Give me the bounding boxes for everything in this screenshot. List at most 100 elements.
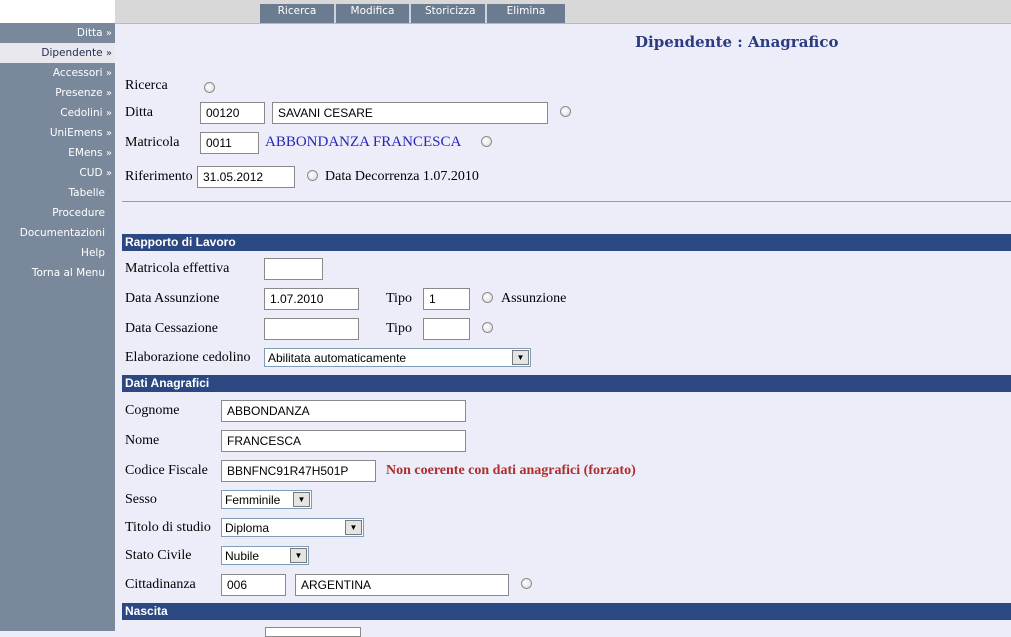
chevron-right-icon: »	[105, 88, 112, 99]
chevron-right-icon: »	[105, 148, 112, 159]
sidebar-item-cud[interactable]: CUD »	[79, 163, 112, 183]
sidebar-item-torna-al-menu[interactable]: Torna al Menu	[32, 263, 105, 283]
sidebar-item-label: Documentazioni	[19, 227, 105, 239]
sesso-select[interactable]: Femminile ▼	[221, 490, 312, 509]
stato-civile-value: Nubile	[225, 549, 260, 563]
data-assunzione-label: Data Assunzione	[125, 291, 220, 306]
chevron-right-icon: »	[105, 128, 112, 139]
nascita-partial-input[interactable]	[265, 627, 361, 637]
chevron-right-icon: »	[105, 168, 112, 179]
riferimento-date-input[interactable]	[197, 166, 295, 188]
sidebar-item-emens[interactable]: EMens »	[68, 143, 112, 163]
tipo-assunzione-label: Tipo	[386, 291, 412, 306]
sidebar-item-documentazioni[interactable]: Documentazioni	[20, 223, 105, 243]
matricola-effettiva-label: Matricola effettiva	[125, 261, 230, 276]
ricerca-label: Ricerca	[125, 78, 168, 93]
tab-modifica[interactable]: Modifica	[336, 4, 411, 23]
sidebar-item-label: UniEmens	[49, 127, 103, 139]
cittadinanza-name-input[interactable]	[295, 574, 509, 596]
matricola-label: Matricola	[125, 135, 180, 150]
ditta-label: Ditta	[125, 105, 153, 120]
tab-storicizza[interactable]: Storicizza	[411, 4, 487, 23]
tipo-cessazione-input[interactable]	[423, 318, 470, 340]
section-dati-anagrafici: Dati Anagrafici	[122, 375, 1011, 392]
sidebar-nav: Ditta » Dipendente » Accessori » Presenz…	[0, 0, 115, 631]
elaborazione-cedolino-value: Abilitata automaticamente	[268, 351, 407, 365]
cittadinanza-radio[interactable]	[521, 578, 532, 589]
chevron-right-icon: »	[105, 68, 112, 79]
assunzione-radio[interactable]	[482, 292, 493, 303]
sidebar-item-procedure[interactable]: Procedure	[52, 203, 105, 223]
sidebar-item-label: Cedolini	[60, 107, 103, 119]
sidebar-item-label: Help	[81, 247, 105, 259]
cittadinanza-label: Cittadinanza	[125, 577, 196, 592]
sidebar-item-label: Dipendente	[41, 47, 103, 59]
cognome-label: Cognome	[125, 403, 180, 418]
sesso-label: Sesso	[125, 492, 157, 507]
tab-ricerca[interactable]: Ricerca	[260, 4, 336, 23]
codice-fiscale-label: Codice Fiscale	[125, 463, 208, 478]
elaborazione-cedolino-select[interactable]: Abilitata automaticamente ▼	[264, 348, 531, 367]
cognome-input[interactable]	[221, 400, 466, 422]
page-title: Dipendente : Anagrafico	[635, 33, 839, 51]
divider	[122, 201, 1011, 202]
codice-fiscale-warning: Non coerente con dati anagrafici (forzat…	[386, 463, 636, 478]
chevron-right-icon: »	[105, 28, 112, 39]
nome-input[interactable]	[221, 430, 466, 452]
sidebar-item-accessori[interactable]: Accessori »	[53, 63, 112, 83]
cessazione-radio[interactable]	[482, 322, 493, 333]
sidebar-item-help[interactable]: Help	[81, 243, 105, 263]
ricerca-radio[interactable]	[204, 82, 215, 93]
riferimento-label: Riferimento	[125, 169, 193, 184]
sidebar-item-label: Ditta	[76, 27, 103, 39]
action-tabs: Ricerca Modifica Storicizza Elimina	[260, 4, 565, 23]
data-cessazione-input[interactable]	[264, 318, 359, 340]
sidebar-item-ditta[interactable]: Ditta »	[77, 23, 112, 43]
sidebar-item-label: Torna al Menu	[31, 267, 105, 279]
section-rapporto-di-lavoro: Rapporto di Lavoro	[122, 234, 1011, 251]
stato-civile-label: Stato Civile	[125, 548, 192, 563]
ditta-radio[interactable]	[560, 106, 571, 117]
decorrenza-label: Data Decorrenza 1.07.2010	[325, 169, 479, 184]
titolo-di-studio-select[interactable]: Diploma ▼	[221, 518, 364, 537]
tipo-cessazione-label: Tipo	[386, 321, 412, 336]
tab-elimina[interactable]: Elimina	[487, 4, 565, 23]
sidebar-item-label: Presenze	[55, 87, 103, 99]
cittadinanza-code-input[interactable]	[221, 574, 286, 596]
data-cessazione-label: Data Cessazione	[125, 321, 218, 336]
chevron-right-icon: »	[105, 48, 112, 59]
titolo-di-studio-label: Titolo di studio	[125, 520, 211, 535]
sidebar-item-label: Tabelle	[68, 187, 105, 199]
chevron-down-icon[interactable]: ▼	[512, 350, 529, 365]
data-assunzione-input[interactable]	[264, 288, 359, 310]
codice-fiscale-input[interactable]	[221, 460, 376, 482]
titolo-di-studio-value: Diploma	[225, 521, 270, 535]
sidebar-item-label: Procedure	[52, 207, 105, 219]
chevron-right-icon: »	[105, 108, 112, 119]
chevron-down-icon[interactable]: ▼	[345, 520, 362, 535]
sidebar-item-label: CUD	[79, 167, 103, 179]
section-nascita: Nascita	[122, 603, 1011, 620]
sidebar-item-dipendente[interactable]: Dipendente »	[0, 43, 115, 63]
sidebar-item-label: Accessori	[52, 67, 103, 79]
matricola-code-input[interactable]	[200, 132, 259, 154]
sidebar-item-tabelle[interactable]: Tabelle	[68, 183, 105, 203]
sidebar-item-presenze[interactable]: Presenze »	[55, 83, 112, 103]
matricola-effettiva-input[interactable]	[264, 258, 323, 280]
sidebar-item-cedolini[interactable]: Cedolini »	[60, 103, 112, 123]
elaborazione-cedolino-label: Elaborazione cedolino	[125, 350, 251, 365]
ditta-code-input[interactable]	[200, 102, 265, 124]
matricola-radio[interactable]	[481, 136, 492, 147]
sidebar-item-uniemens[interactable]: UniEmens »	[50, 123, 112, 143]
chevron-down-icon[interactable]: ▼	[293, 492, 310, 507]
sesso-value: Femminile	[225, 493, 281, 507]
nome-label: Nome	[125, 433, 160, 448]
stato-civile-select[interactable]: Nubile ▼	[221, 546, 309, 565]
decorrenza-radio[interactable]	[307, 170, 318, 181]
sidebar-item-label: EMens	[68, 147, 103, 159]
tipo-assunzione-input[interactable]	[423, 288, 470, 310]
ditta-name-input[interactable]	[272, 102, 548, 124]
assunzione-label: Assunzione	[501, 291, 567, 306]
chevron-down-icon[interactable]: ▼	[290, 548, 307, 563]
sidebar-header-blank	[0, 0, 115, 23]
